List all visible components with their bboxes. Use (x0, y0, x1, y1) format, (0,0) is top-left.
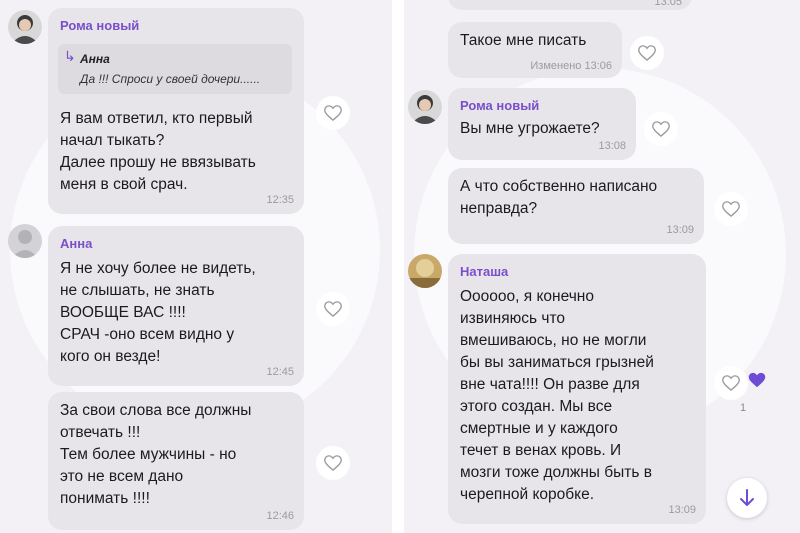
avatar-photo-icon (408, 90, 442, 124)
message-bubble[interactable]: А что собственно написано неправда? 13:0… (448, 168, 704, 244)
heart-outline-icon (722, 201, 740, 217)
message-bubble[interactable]: 13:05 (448, 0, 692, 10)
message-time: 13:08 (598, 140, 626, 152)
like-button[interactable] (316, 292, 350, 326)
message-time: 13:05 (654, 0, 682, 8)
message-text: Я не хочу более не видеть, не слышать, н… (60, 260, 256, 365)
message-time: 12:46 (266, 510, 294, 522)
message-time: 12:35 (266, 194, 294, 206)
sender-name[interactable]: Рома новый (60, 18, 139, 33)
heart-outline-icon (324, 301, 342, 317)
reaction-count: 1 (740, 402, 747, 414)
like-button[interactable] (714, 366, 748, 400)
message-bubble[interactable]: Такое мне писать Изменено 13:06 (448, 22, 622, 78)
message-time: Изменено 13:06 (530, 60, 612, 72)
heart-filled-icon (748, 372, 766, 388)
message-bubble[interactable]: Рома новый Вы мне угрожаете? 13:08 (448, 88, 636, 160)
message-text: Я вам ответил, кто первый начал тыкать? … (60, 110, 256, 193)
like-button[interactable] (316, 96, 350, 130)
left-chat-panel: Рома новый ↳ Анна Да !!! Спроси у своей … (0, 0, 392, 533)
message-bubble[interactable]: Рома новый ↳ Анна Да !!! Спроси у своей … (48, 8, 304, 214)
heart-outline-icon (324, 105, 342, 121)
avatar-anna[interactable] (8, 224, 42, 258)
sender-name[interactable]: Рома новый (460, 98, 539, 113)
avatar-roma[interactable] (408, 90, 442, 124)
reply-arrow-icon: ↳ (64, 48, 76, 64)
message-text: Такое мне писать (460, 32, 587, 49)
like-button[interactable] (630, 36, 664, 70)
avatar-photo-icon (408, 254, 442, 288)
message-text: За свои слова все должны отвечать !!! Те… (60, 402, 252, 507)
heart-outline-icon (638, 45, 656, 61)
reply-quote[interactable]: ↳ Анна Да !!! Спроси у своей дочери.....… (58, 44, 292, 94)
like-button[interactable] (644, 112, 678, 146)
reaction-liked[interactable] (748, 372, 768, 392)
message-text: А что собственно написано неправда? (460, 178, 658, 217)
avatar-placeholder-icon (8, 224, 42, 258)
reply-text: Да !!! Спроси у своей дочери...... (80, 72, 261, 86)
message-text: Вы мне угрожаете? (460, 120, 600, 137)
message-time: 12:45 (266, 366, 294, 378)
message-bubble[interactable]: Анна Я не хочу более не видеть, не слыша… (48, 226, 304, 386)
message-time: 13:09 (666, 224, 694, 236)
scroll-down-button[interactable] (727, 478, 767, 518)
right-chat-panel: 13:05 Такое мне писать Изменено 13:06 Ро… (404, 0, 800, 533)
message-text: Оооооо, я конечно извиняюсь что вмешиваю… (460, 288, 654, 503)
avatar-roma[interactable] (8, 10, 42, 44)
heart-outline-icon (324, 455, 342, 471)
message-bubble[interactable]: За свои слова все должны отвечать !!! Те… (48, 392, 304, 530)
sender-name[interactable]: Наташа (460, 264, 508, 279)
heart-outline-icon (652, 121, 670, 137)
avatar-photo-icon (8, 10, 42, 44)
message-bubble[interactable]: Наташа Оооооо, я конечно извиняюсь что в… (448, 254, 706, 524)
avatar-natasha[interactable] (408, 254, 442, 288)
sender-name[interactable]: Анна (60, 236, 92, 251)
like-button[interactable] (714, 192, 748, 226)
arrow-down-icon (740, 489, 754, 506)
reply-sender: Анна (80, 52, 110, 66)
message-time: 13:09 (668, 504, 696, 516)
like-button[interactable] (316, 446, 350, 480)
heart-outline-icon (722, 375, 740, 391)
